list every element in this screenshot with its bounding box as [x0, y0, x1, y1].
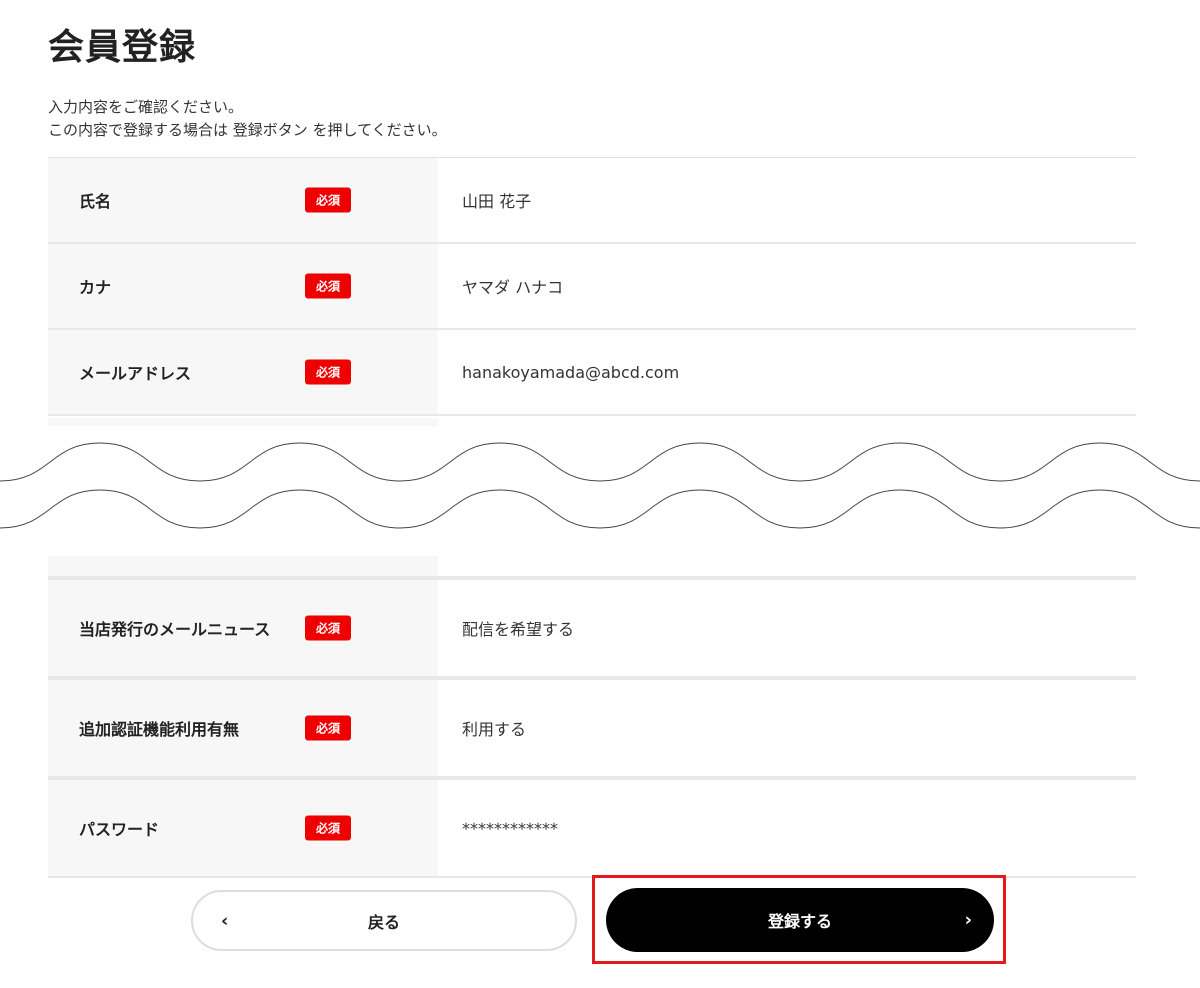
- page-title: 会員登録: [48, 27, 197, 68]
- field-label-name: 氏名: [79, 192, 112, 211]
- label-cell: 当店発行のメールニュース 必須: [48, 580, 438, 676]
- required-badge: 必須: [305, 187, 351, 213]
- field-value-email: hanakoyamada@abcd.com: [462, 362, 680, 382]
- required-badge: 必須: [305, 815, 351, 841]
- chevron-right-icon: ›: [964, 909, 972, 931]
- required-badge: 必須: [305, 273, 351, 299]
- submit-button-label: 登録する: [767, 912, 832, 931]
- confirm-table-bottom: 当店発行のメールニュース 必須 配信を希望する 追加認証機能利用有無 必須 利用…: [48, 556, 1136, 878]
- field-value-additional-auth: 利用する: [462, 720, 527, 739]
- field-value-name: 山田 花子: [462, 192, 532, 211]
- table-row-kana: カナ 必須 ヤマダ ハナコ: [48, 244, 1136, 330]
- table-row-name: 氏名 必須 山田 花子: [48, 158, 1136, 244]
- table-continuation-bottom: [48, 556, 1136, 578]
- confirm-table-top: 氏名 必須 山田 花子 カナ 必須 ヤマダ ハナコ メールアドレス 必須 han…: [48, 157, 1136, 416]
- omission-wave-divider: [0, 426, 1200, 556]
- label-cell: メールアドレス 必須: [48, 330, 438, 414]
- label-cell: 氏名 必須: [48, 158, 438, 242]
- submit-button[interactable]: 登録する ›: [606, 888, 994, 952]
- registration-confirm-page: 会員登録 入力内容をご確認ください。 この内容で登録する場合は 登録ボタン を押…: [0, 0, 1200, 988]
- label-cell: パスワード 必須: [48, 780, 438, 876]
- intro-line-2: この内容で登録する場合は 登録ボタン を押してください。: [48, 121, 447, 139]
- field-label-password: パスワード: [79, 820, 160, 839]
- required-badge: 必須: [305, 715, 351, 741]
- back-button-label: 戻る: [367, 912, 400, 932]
- required-badge: 必須: [305, 359, 351, 385]
- intro-line-1: 入力内容をご確認ください。: [48, 98, 244, 116]
- table-continuation-top: [48, 418, 1136, 426]
- table-row-additional-auth: 追加認証機能利用有無 必須 利用する: [48, 678, 1136, 778]
- field-label-newsletter: 当店発行のメールニュース: [79, 620, 271, 639]
- field-label-kana: カナ: [79, 278, 112, 297]
- field-label-email: メールアドレス: [79, 364, 192, 383]
- table-row-password: パスワード 必須 ************: [48, 778, 1136, 878]
- required-badge: 必須: [305, 615, 351, 641]
- back-button[interactable]: ‹ 戻る: [191, 890, 577, 951]
- label-cell: カナ 必須: [48, 244, 438, 328]
- field-label-additional-auth: 追加認証機能利用有無: [79, 720, 240, 739]
- field-value-newsletter: 配信を希望する: [462, 620, 575, 639]
- label-cell: 追加認証機能利用有無 必須: [48, 680, 438, 776]
- table-row-email: メールアドレス 必須 hanakoyamada@abcd.com: [48, 330, 1136, 416]
- table-row-newsletter: 当店発行のメールニュース 必須 配信を希望する: [48, 578, 1136, 678]
- intro-text: 入力内容をご確認ください。 この内容で登録する場合は 登録ボタン を押してくださ…: [48, 96, 447, 142]
- field-value-password: ************: [462, 818, 558, 838]
- field-value-kana: ヤマダ ハナコ: [462, 278, 564, 297]
- chevron-left-icon: ‹: [221, 910, 229, 931]
